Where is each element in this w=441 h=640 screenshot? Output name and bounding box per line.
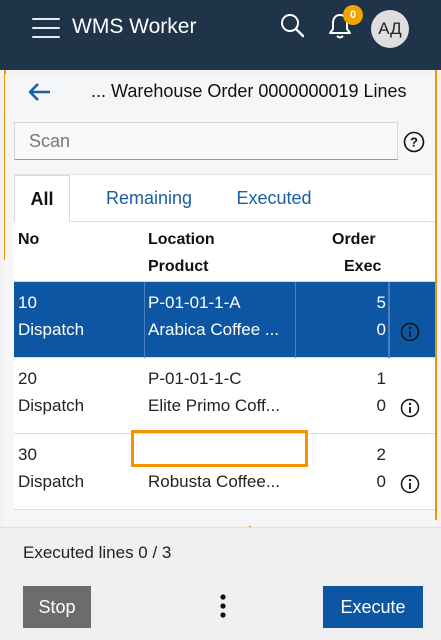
stop-button[interactable]: Stop [23,586,91,628]
highlight-marker [131,430,308,467]
table-row[interactable]: 10 Dispatch P-01-01-1-A Arabica Coffee .… [14,282,435,358]
row-no: 10 [18,293,37,312]
col-location: Location [148,231,215,248]
row-type: Dispatch [18,396,85,415]
table-header: No Location Product Order Exec [14,222,435,282]
search-icon[interactable] [279,12,307,40]
info-icon[interactable] [400,474,420,494]
row-no: 30 [18,445,37,464]
app-bar: WMS Worker 0 АД [0,0,441,70]
row-no: 20 [18,369,37,388]
scan-input[interactable] [15,123,397,159]
help-icon[interactable]: ? [403,131,425,153]
footer-bar: Executed lines 0 / 3 Stop Execute [0,527,441,640]
menu-icon[interactable] [32,16,60,40]
row-order-qty: 5 [376,293,386,312]
col-no: No [18,231,40,248]
more-options-icon[interactable] [212,592,234,622]
row-product: Robusta Coffee... [148,472,280,491]
app-title: WMS Worker [72,15,197,38]
col-product: Product [148,258,209,275]
table-row[interactable]: 20 Dispatch P-01-01-1-C Elite Primo Coff… [14,358,435,434]
row-order-qty: 2 [376,445,386,464]
info-icon[interactable] [400,398,420,418]
notification-badge: 0 [343,5,363,25]
row-location: P-01-01-1-A [148,293,241,312]
col-order: Order [332,231,376,248]
row-order-qty: 1 [376,369,386,388]
row-product: Arabica Coffee ... [148,320,280,339]
row-product: Elite Primo Coff... [148,396,280,415]
back-arrow-icon[interactable] [27,80,53,104]
row-exec-qty: 0 [376,320,386,339]
tab-executed[interactable]: Executed [224,175,324,222]
row-exec-qty: 0 [376,396,386,415]
row-location: P-01-01-1-C [148,369,242,388]
execute-button[interactable]: Execute [323,586,423,628]
tab-bar: All Remaining Executed [14,174,435,223]
info-icon[interactable] [400,322,420,342]
row-type: Dispatch [18,320,85,339]
page-title: ... Warehouse Order 0000000019 Lines [91,81,407,101]
col-exec: Exec [344,258,382,275]
executed-lines-status: Executed lines 0 / 3 [23,543,172,562]
row-exec-qty: 0 [376,472,386,491]
cell-divider [388,282,390,358]
tab-remaining[interactable]: Remaining [94,175,204,222]
avatar[interactable]: АД [371,10,409,48]
svg-text:?: ? [410,135,418,150]
tab-all[interactable]: All [14,175,70,223]
scan-field[interactable] [14,122,398,160]
row-type: Dispatch [18,472,85,491]
title-row: ... Warehouse Order 0000000019 Lines [5,74,435,110]
